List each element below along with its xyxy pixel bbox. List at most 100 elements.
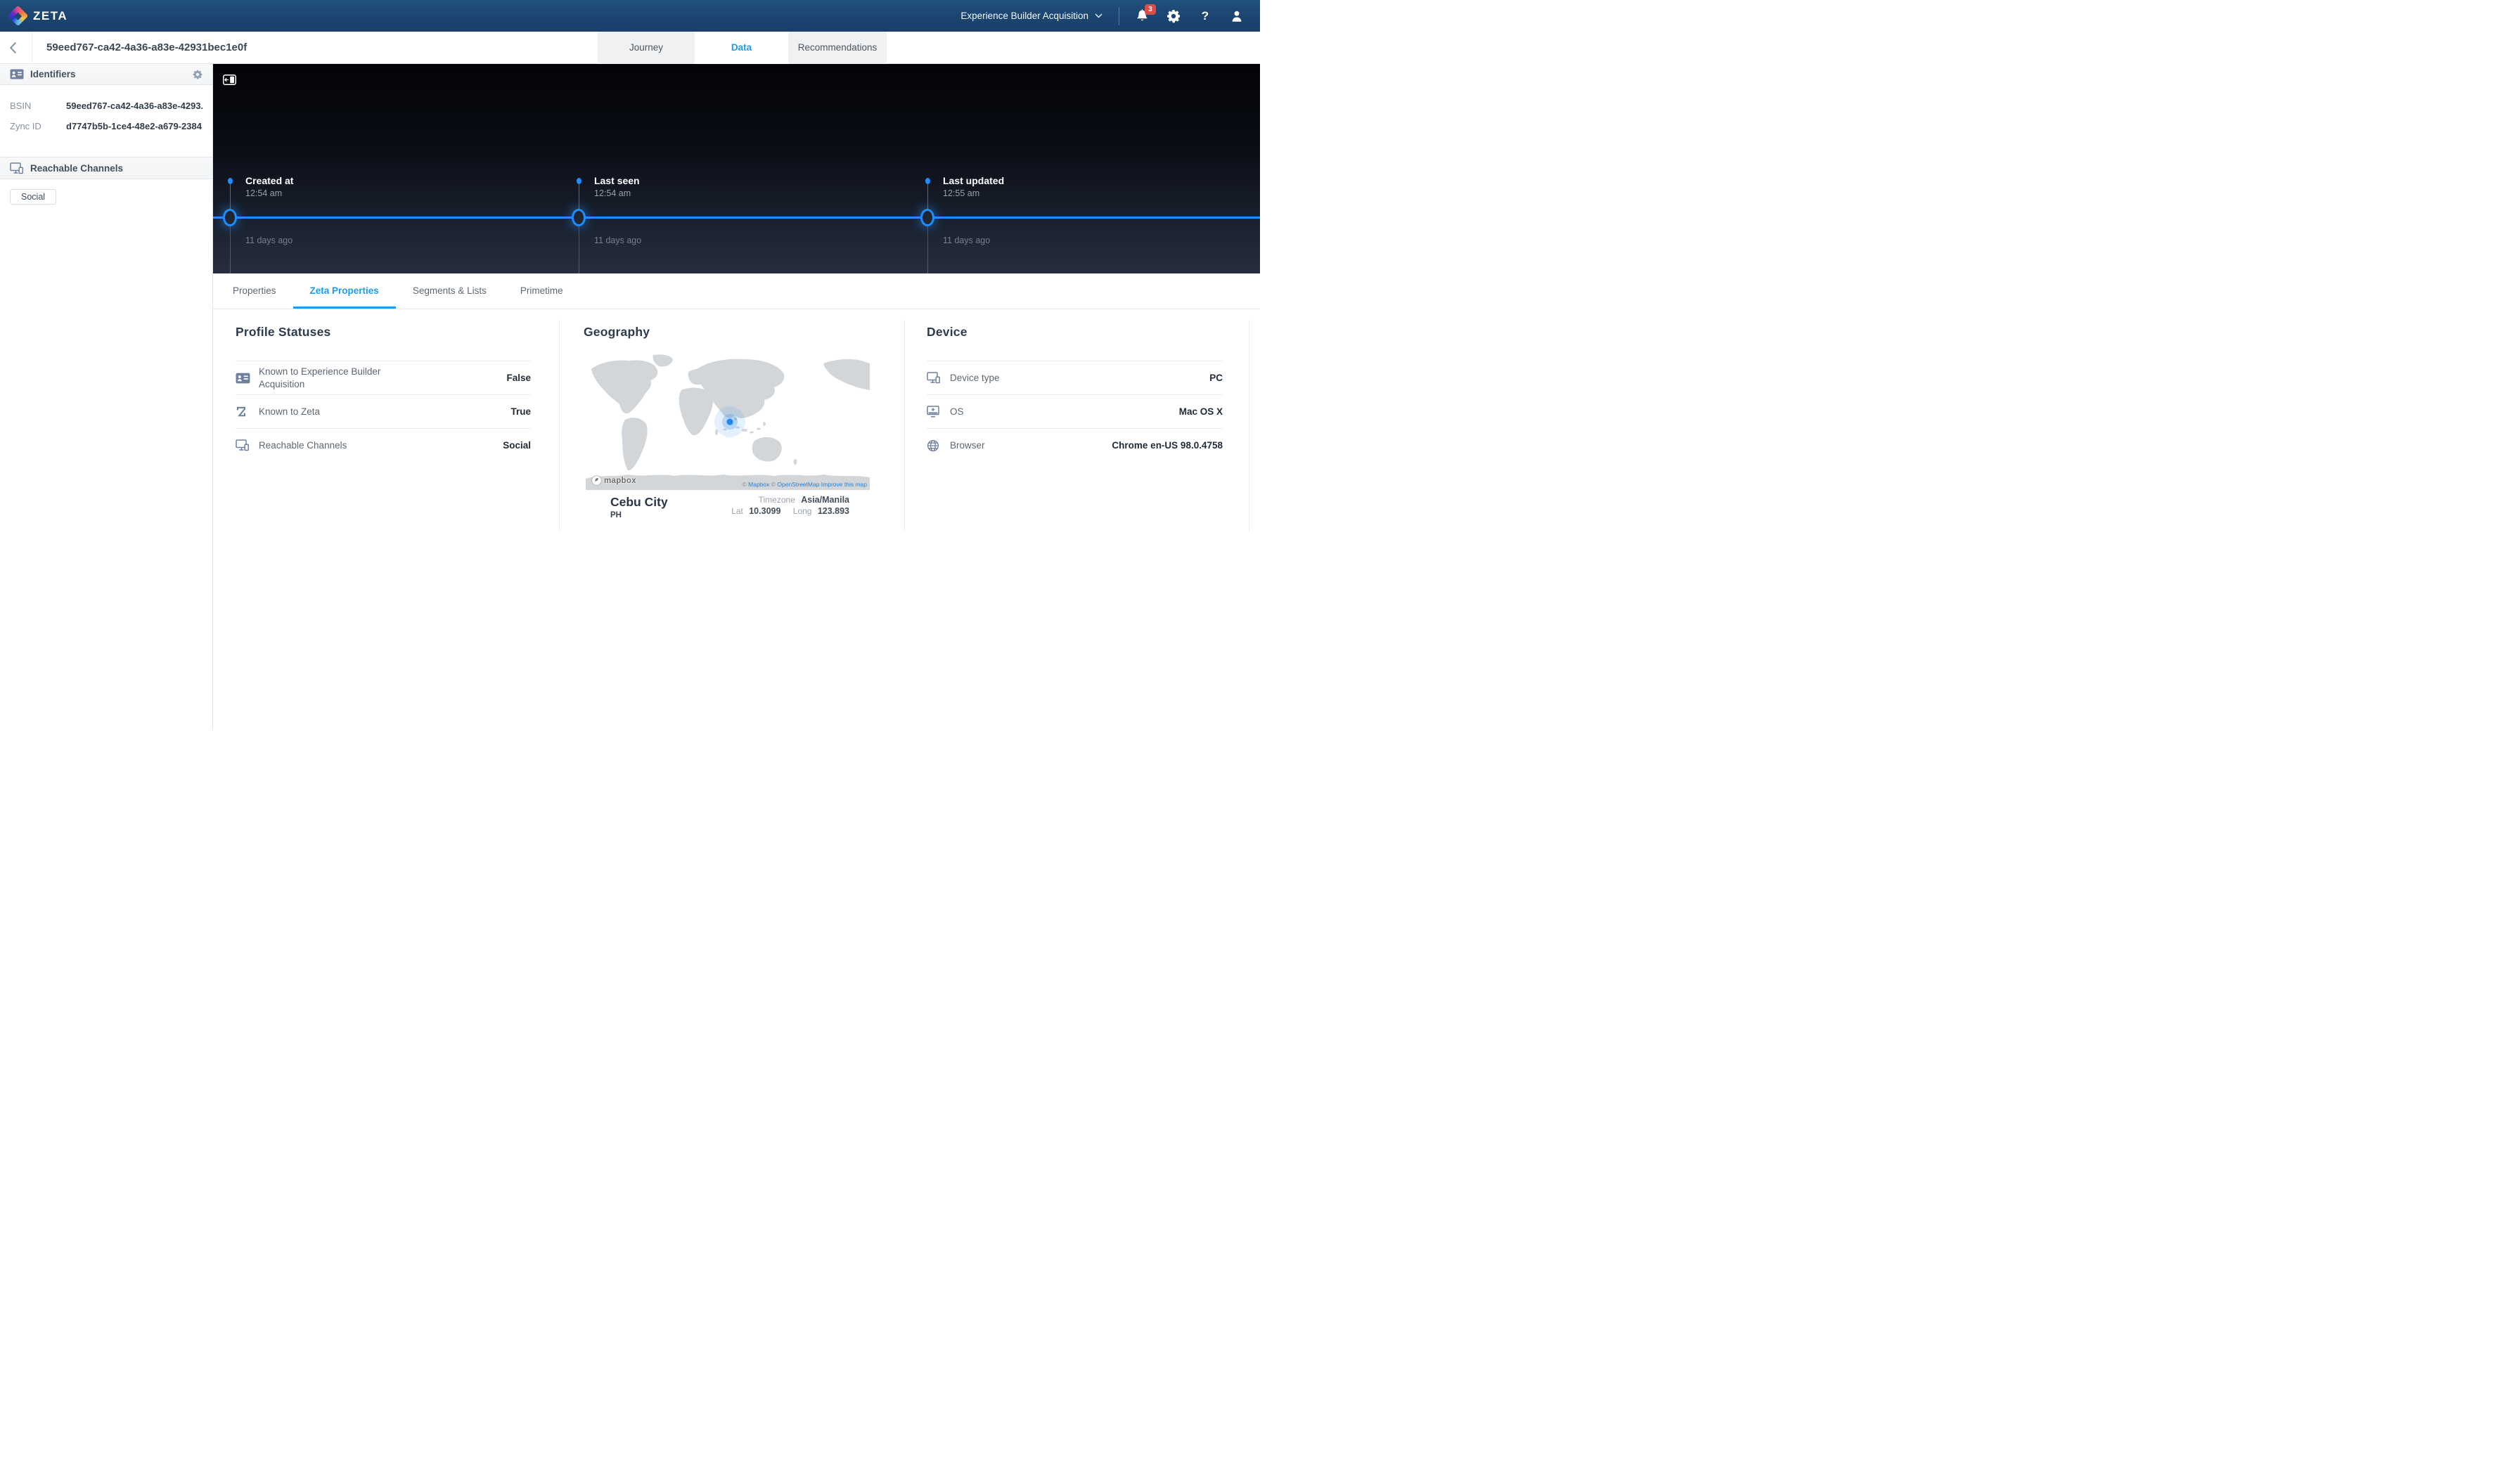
section-title: Profile Statuses	[236, 325, 531, 340]
reachable-channels-body: Social	[0, 179, 212, 214]
event-dot-icon	[228, 178, 233, 184]
settings-button[interactable]	[1166, 8, 1181, 24]
profile-button[interactable]	[1229, 8, 1245, 24]
data-subtabs: Properties Zeta Properties Segments & Li…	[213, 273, 1260, 309]
subtab-segments-lists[interactable]: Segments & Lists	[396, 273, 503, 309]
zeta-properties-content: Profile Statuses Known to Experience Bui…	[213, 309, 1260, 729]
field-label: Zync ID	[10, 121, 66, 131]
tab-data[interactable]: Data	[695, 32, 788, 64]
brand-logo[interactable]: ZETA	[11, 8, 68, 23]
subtab-properties[interactable]: Properties	[216, 273, 293, 309]
reachable-channels-header: Reachable Channels	[0, 157, 212, 179]
mapbox-link[interactable]: Mapbox	[748, 481, 769, 488]
event-connector	[230, 184, 231, 210]
notifications-button[interactable]: 3	[1134, 8, 1150, 24]
event-time: 12:55 am	[943, 188, 979, 198]
country-code: PH	[610, 511, 668, 520]
identifiers-settings-button[interactable]	[193, 70, 202, 79]
gear-icon	[193, 70, 202, 79]
event-node-icon[interactable]	[572, 209, 586, 226]
section-title: Geography	[584, 325, 876, 340]
devices-icon	[236, 439, 251, 451]
city-name: Cebu City	[610, 495, 668, 510]
continent-africa	[679, 388, 713, 436]
zeta-diamond-icon	[8, 6, 29, 27]
devices-icon	[10, 162, 24, 174]
globe-icon	[927, 439, 942, 452]
geo-city-block: Cebu City PH	[610, 495, 668, 520]
row-label: Device type	[950, 372, 1000, 385]
map-attribution: © Mapbox © OpenStreetMap Improve this ma…	[742, 481, 867, 488]
help-icon: ?	[1202, 9, 1209, 23]
copyright: ©	[769, 481, 777, 488]
event-label: Last updated	[943, 175, 1004, 186]
event-ago: 11 days ago	[943, 236, 990, 245]
profile-id: 59eed767-ca42-4a36-a83e-42931bec1e0f	[46, 32, 247, 63]
map-marker	[714, 406, 745, 437]
event-tail	[230, 226, 231, 273]
profile-tabs: Journey Data Recommendations	[598, 32, 887, 64]
continent-north-america	[591, 360, 657, 413]
event-node-icon[interactable]	[920, 209, 934, 226]
main-panel: Created at 12:54 am 11 days ago Last see…	[213, 64, 1260, 729]
event-node-icon[interactable]	[223, 209, 237, 226]
brand-wordmark: ZETA	[33, 9, 68, 23]
back-button[interactable]	[9, 41, 20, 54]
sidebar: Identifiers BSIN 59eed767-ca42-4a36-a83e…	[0, 64, 213, 729]
mapbox-wordmark: mapbox	[604, 477, 636, 485]
continent-australia	[752, 437, 782, 462]
long-value: 123.893	[818, 506, 849, 516]
long-label: Long	[793, 506, 812, 516]
event-ago: 11 days ago	[245, 236, 292, 245]
status-row-known-to-zeta: Known to Zeta True	[236, 394, 531, 428]
monitor-plus-icon	[927, 406, 942, 418]
section-device: Device Device type PC OS Mac OS X	[904, 309, 1251, 605]
channel-chip-social[interactable]: Social	[10, 189, 56, 205]
workspace-name: Experience Builder Acquisition	[960, 11, 1088, 21]
tab-journey[interactable]: Journey	[598, 32, 695, 64]
collapse-sidebar-button[interactable]	[223, 75, 236, 85]
user-icon	[1230, 9, 1244, 23]
collapse-panel-icon	[223, 75, 236, 85]
workspace-switcher[interactable]: Experience Builder Acquisition	[960, 11, 1102, 21]
openstreetmap-link[interactable]: OpenStreetMap	[777, 481, 819, 488]
event-time: 12:54 am	[594, 188, 631, 198]
field-row-bsin: BSIN 59eed767-ca42-4a36-a83e-4293...	[10, 101, 202, 113]
event-label: Last seen	[594, 175, 640, 186]
subtab-primetime[interactable]: Primetime	[503, 273, 580, 309]
field-row-zync-id: Zync ID d7747b5b-1ce4-48e2-a679-2384...	[10, 121, 202, 134]
tab-recommendations[interactable]: Recommendations	[788, 32, 887, 64]
world-map[interactable]: mapbox © Mapbox © OpenStreetMap Improve …	[586, 354, 870, 490]
field-label: BSIN	[10, 101, 66, 111]
status-row-known-to-eba: Known to Experience Builder Acquisition …	[236, 361, 531, 394]
continent-greenland	[652, 354, 673, 366]
row-label: Known to Experience Builder Acquisition	[259, 366, 382, 390]
top-navbar: ZETA Experience Builder Acquisition 3 ?	[0, 0, 1260, 32]
help-button[interactable]: ?	[1197, 8, 1213, 24]
device-row-browser: Browser Chrome en-US 98.0.4758	[927, 428, 1223, 462]
event-label: Created at	[245, 175, 293, 186]
row-value: Chrome en-US 98.0.4758	[1112, 440, 1223, 451]
gear-icon	[1166, 9, 1181, 23]
devices-icon	[927, 372, 942, 384]
device-row-os: OS Mac OS X	[927, 394, 1223, 428]
field-value: 59eed767-ca42-4a36-a83e-4293...	[66, 101, 202, 111]
continent-north-america-wrap	[823, 359, 870, 390]
profile-subheader: 59eed767-ca42-4a36-a83e-42931bec1e0f Jou…	[0, 32, 1260, 64]
mapbox-logo[interactable]: mapbox	[591, 475, 636, 486]
identifiers-body: BSIN 59eed767-ca42-4a36-a83e-4293... Zyn…	[0, 85, 212, 157]
lat-label: Lat	[731, 506, 743, 516]
improve-map-link[interactable]: Improve this map	[819, 481, 867, 488]
timezone-label: Timezone	[759, 495, 795, 505]
row-value: True	[510, 406, 531, 417]
row-value: False	[506, 373, 531, 383]
row-value: Mac OS X	[1179, 406, 1223, 417]
row-label: OS	[950, 406, 964, 418]
row-value: PC	[1209, 373, 1223, 383]
lat-value: 10.3099	[749, 506, 780, 516]
identifiers-header: Identifiers	[0, 64, 212, 85]
field-value: d7747b5b-1ce4-48e2-a679-2384...	[66, 121, 202, 131]
section-profile-statuses: Profile Statuses Known to Experience Bui…	[213, 309, 559, 605]
id-card-icon	[10, 69, 24, 79]
subtab-zeta-properties[interactable]: Zeta Properties	[293, 273, 396, 309]
